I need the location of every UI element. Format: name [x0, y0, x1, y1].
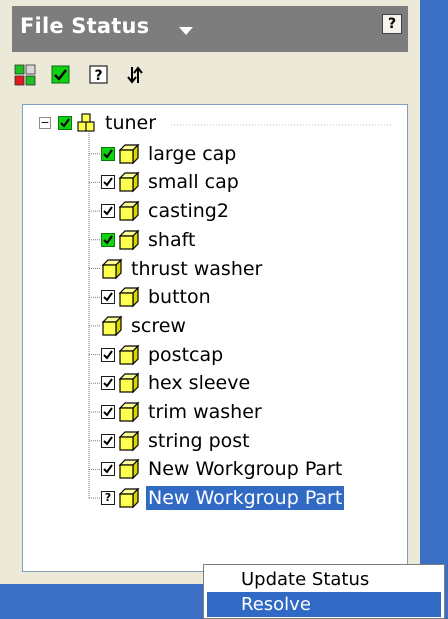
tree-node-label: hex sleeve — [148, 372, 251, 395]
part-icon — [118, 487, 140, 509]
tree-node[interactable]: New Workgroup Part — [101, 455, 344, 483]
status-check-icon[interactable] — [58, 116, 72, 130]
tree-node[interactable]: postcap — [101, 341, 225, 369]
part-icon — [118, 344, 140, 366]
tree-node-label: tuner — [105, 112, 157, 134]
green-check-icon — [51, 65, 70, 84]
refresh-button[interactable] — [124, 64, 146, 86]
part-icon — [118, 200, 140, 222]
tree-node-label: New Workgroup Part — [148, 458, 343, 481]
tree-node-label: screw — [131, 314, 186, 337]
status-check-icon[interactable] — [101, 376, 115, 391]
status-check-icon[interactable] — [101, 146, 115, 161]
status-check-icon[interactable] — [101, 462, 115, 477]
tree-node-label: shaft — [148, 228, 196, 251]
color-grid-icon — [14, 64, 36, 86]
status-colors-button[interactable] — [14, 64, 36, 86]
tree-node[interactable]: trim washer — [101, 398, 264, 426]
unknown-status-button[interactable]: ? — [88, 64, 110, 86]
tree-node[interactable]: large cap — [101, 140, 238, 168]
tree-node-label: trim washer — [148, 401, 262, 423]
status-check-icon[interactable] — [101, 347, 115, 362]
panel-title[interactable]: File Status — [20, 14, 149, 38]
file-status-panel: File Status ? ? − tuner large cap small … — [0, 0, 420, 584]
tree-node-root[interactable]: − tuner — [39, 109, 158, 137]
tree-node[interactable]: shaft — [101, 226, 197, 254]
panel-header[interactable]: File Status ? — [12, 6, 408, 52]
tree-node-label: postcap — [148, 343, 224, 366]
tree-node[interactable]: thrust washer — [101, 255, 264, 283]
part-icon — [118, 171, 140, 193]
status-check-icon[interactable] — [101, 204, 115, 219]
status-check-icon[interactable] — [101, 175, 115, 190]
check-status-button[interactable] — [50, 64, 72, 86]
tree-node-label: thrust washer — [131, 257, 263, 280]
part-icon — [118, 401, 140, 423]
menu-item-update-status[interactable]: Update Status — [207, 567, 441, 592]
status-unknown-icon[interactable]: ? — [101, 491, 115, 506]
part-icon — [118, 458, 140, 480]
status-check-icon[interactable] — [101, 232, 115, 247]
part-icon — [118, 229, 140, 251]
context-menu: Update Status Resolve — [203, 564, 445, 619]
question-mark-icon: ? — [89, 65, 108, 84]
tree-node[interactable]: casting2 — [101, 197, 231, 225]
svg-text:?: ? — [94, 68, 102, 84]
help-button[interactable]: ? — [382, 14, 402, 34]
dropdown-arrow-icon[interactable] — [179, 27, 193, 35]
part-icon — [118, 286, 140, 308]
tree-node[interactable]: hex sleeve — [101, 369, 252, 397]
part-icon — [101, 315, 123, 337]
arrows-refresh-icon — [127, 66, 143, 84]
tree-node[interactable]: string post — [101, 427, 252, 455]
part-icon — [118, 143, 140, 165]
status-check-icon[interactable] — [101, 433, 115, 448]
file-tree[interactable]: − tuner large cap small cap casting2 shaft thr… — [22, 104, 408, 572]
assembly-icon — [77, 113, 95, 132]
tree-node[interactable]: button — [101, 283, 213, 311]
tree-node[interactable]: small cap — [101, 168, 241, 196]
tree-node-label: string post — [148, 429, 250, 452]
tree-node-label: casting2 — [148, 200, 229, 223]
tree-node[interactable]: screw — [101, 312, 188, 340]
tree-node-label: large cap — [148, 142, 237, 165]
menu-item-resolve[interactable]: Resolve — [207, 592, 441, 617]
part-icon — [118, 430, 140, 452]
status-check-icon[interactable] — [101, 405, 115, 419]
part-icon — [101, 258, 123, 279]
tree-node-label: New Workgroup Part — [146, 486, 345, 511]
tree-node-label: button — [148, 286, 211, 309]
part-icon — [118, 372, 140, 394]
tree-node-label: small cap — [148, 171, 239, 194]
toolbar: ? — [12, 58, 408, 98]
tree-node[interactable]: ? New Workgroup Part — [101, 484, 345, 512]
collapse-icon[interactable]: − — [39, 117, 51, 129]
status-check-icon[interactable] — [101, 290, 115, 305]
